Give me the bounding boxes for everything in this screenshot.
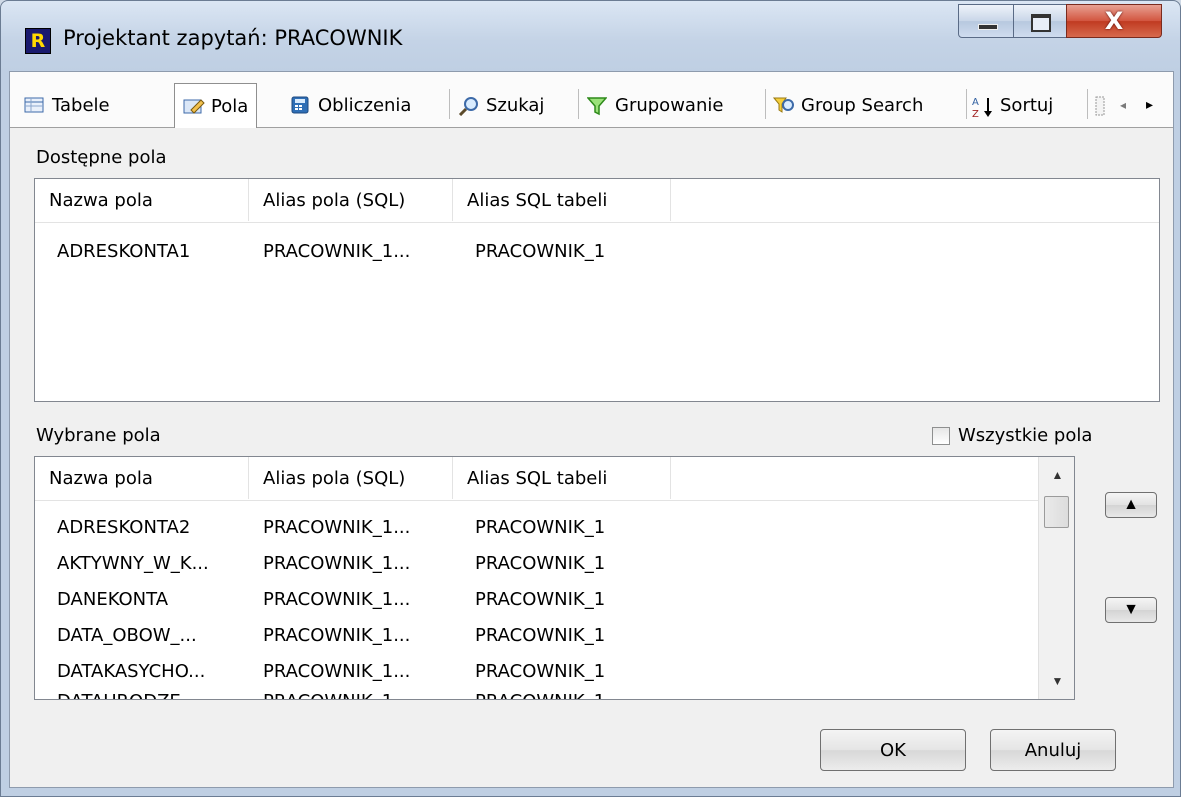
- cancel-button[interactable]: Anuluj: [990, 729, 1116, 771]
- cell-field-name: DATA_OBOW_...: [57, 625, 197, 646]
- fields-edit-icon: [183, 97, 205, 115]
- tab-label: Obliczenia: [318, 94, 412, 116]
- tab-separator: [1087, 89, 1088, 119]
- cell-field-name: AKTYWNY_W_K...: [57, 553, 209, 574]
- tab-label: Grupowanie: [615, 94, 724, 116]
- available-fields-grid[interactable]: Nazwa pola Alias pola (SQL) Alias SQL ta…: [34, 178, 1160, 402]
- cell-field-alias: PRACOWNIK_1...: [263, 517, 411, 538]
- tab-fields[interactable]: Pola: [174, 83, 258, 128]
- tab-label: Szukaj: [486, 94, 545, 116]
- tab-sort[interactable]: AZ Sortuj: [972, 84, 1053, 126]
- search-icon: [458, 96, 478, 117]
- title-bar[interactable]: R Projektant zapytań: PRACOWNIK X: [1, 1, 1180, 73]
- arrow-up-icon: ▲: [1123, 496, 1139, 513]
- tab-label: Tabele: [52, 94, 110, 116]
- cell-table-alias: PRACOWNIK_1: [475, 589, 606, 610]
- tab-calculations[interactable]: Obliczenia: [290, 84, 411, 126]
- column-header[interactable]: Nazwa pola: [35, 179, 249, 221]
- header-divider: [35, 500, 1038, 501]
- tab-separator: [765, 89, 766, 119]
- cell-table-alias: PRACOWNIK_1: [475, 553, 606, 574]
- tab-scroll-right-button[interactable]: ▸: [1146, 84, 1153, 126]
- column-header[interactable]: Alias pola (SQL): [249, 179, 453, 221]
- selected-fields-grid[interactable]: Nazwa pola Alias pola (SQL) Alias SQL ta…: [34, 456, 1075, 700]
- scroll-down-arrow-icon[interactable]: ▼: [1039, 665, 1074, 697]
- tab-label: Group Search: [801, 94, 924, 116]
- close-icon: X: [1104, 7, 1124, 35]
- all-fields-checkbox[interactable]: [932, 427, 950, 445]
- move-up-button[interactable]: ▲: [1105, 492, 1157, 518]
- tab-label: Sortuj: [1000, 94, 1054, 116]
- app-logo-icon: R: [25, 28, 51, 54]
- cell-field-alias: PRACOWNIK_1...: [263, 553, 411, 574]
- column-header[interactable]: Nazwa pola: [35, 457, 249, 499]
- tab-separator: [966, 89, 967, 119]
- partial-tab-icon: [1094, 96, 1106, 116]
- scroll-up-arrow-icon[interactable]: ▲: [1039, 459, 1074, 491]
- close-button[interactable]: X: [1066, 4, 1162, 38]
- cell-field-alias: PRACOWNIK_1...: [263, 241, 411, 262]
- tab-more[interactable]: [1094, 84, 1114, 126]
- tab-separator: [578, 89, 579, 119]
- dialog-window: R Projektant zapytań: PRACOWNIK X Tabele…: [0, 0, 1181, 797]
- cell-field-alias: PRACOWNIK_1...: [263, 589, 411, 610]
- scroll-thumb[interactable]: [1044, 496, 1069, 528]
- column-header[interactable]: Alias pola (SQL): [249, 457, 453, 499]
- funnel-icon: [586, 96, 608, 116]
- tab-group-search[interactable]: Group Search: [772, 84, 924, 126]
- cell-table-alias: PRACOWNIK_1: [475, 517, 606, 538]
- group-search-icon: [772, 96, 794, 114]
- svg-text:A: A: [972, 97, 979, 108]
- cell-field-alias: PRACOWNIK_1...: [263, 691, 410, 699]
- tab-tables[interactable]: Tabele: [24, 84, 110, 126]
- cell-field-alias: PRACOWNIK_1...: [263, 661, 411, 682]
- all-fields-label[interactable]: Wszystkie pola: [958, 425, 1092, 446]
- ok-button[interactable]: OK: [820, 729, 966, 771]
- svg-text:Z: Z: [972, 109, 979, 118]
- dialog-body: Tabele Pola Obliczenia Szukaj Grupowanie…: [9, 71, 1174, 788]
- tab-strip: Tabele Pola Obliczenia Szukaj Grupowanie…: [10, 72, 1173, 128]
- cell-field-name: ADRESKONTA2: [57, 517, 191, 538]
- cell-field-name: ADRESKONTA1: [57, 241, 191, 262]
- sort-az-icon: AZ: [972, 96, 992, 120]
- column-header[interactable]: Alias SQL tabeli: [453, 457, 671, 499]
- cell-field-name: DATAKASYCHO...: [57, 661, 206, 682]
- maximize-icon: [1031, 14, 1051, 32]
- vertical-scrollbar[interactable]: ▲ ▼: [1038, 457, 1074, 699]
- cell-field-alias: PRACOWNIK_1...: [263, 625, 411, 646]
- cell-table-alias: PRACOWNIK_1: [475, 625, 606, 646]
- selected-fields-label: Wybrane pola: [36, 425, 161, 446]
- tab-scroll-left-button[interactable]: ◂: [1120, 84, 1126, 126]
- cell-table-alias: PRACOWNIK_1: [475, 691, 605, 699]
- tab-search[interactable]: Szukaj: [458, 84, 544, 126]
- calculator-icon: [290, 96, 310, 114]
- cell-field-name: DATAURODZE...: [57, 691, 198, 699]
- minimize-button[interactable]: [958, 4, 1014, 38]
- available-fields-label: Dostępne pola: [36, 147, 167, 168]
- column-header[interactable]: Alias SQL tabeli: [453, 179, 671, 221]
- table-icon: [24, 96, 44, 114]
- tab-label: Pola: [211, 95, 249, 117]
- tab-grouping[interactable]: Grupowanie: [586, 84, 724, 126]
- window-title: Projektant zapytań: PRACOWNIK: [63, 26, 403, 50]
- tab-separator: [449, 89, 450, 119]
- move-down-button[interactable]: ▼: [1105, 597, 1157, 623]
- cell-field-name: DANEKONTA: [57, 589, 169, 610]
- header-divider: [35, 222, 1159, 223]
- cell-table-alias: PRACOWNIK_1: [475, 241, 606, 262]
- minimize-icon: [978, 24, 998, 30]
- maximize-button[interactable]: [1013, 4, 1067, 38]
- arrow-down-icon: ▼: [1123, 601, 1139, 618]
- cell-table-alias: PRACOWNIK_1: [475, 661, 606, 682]
